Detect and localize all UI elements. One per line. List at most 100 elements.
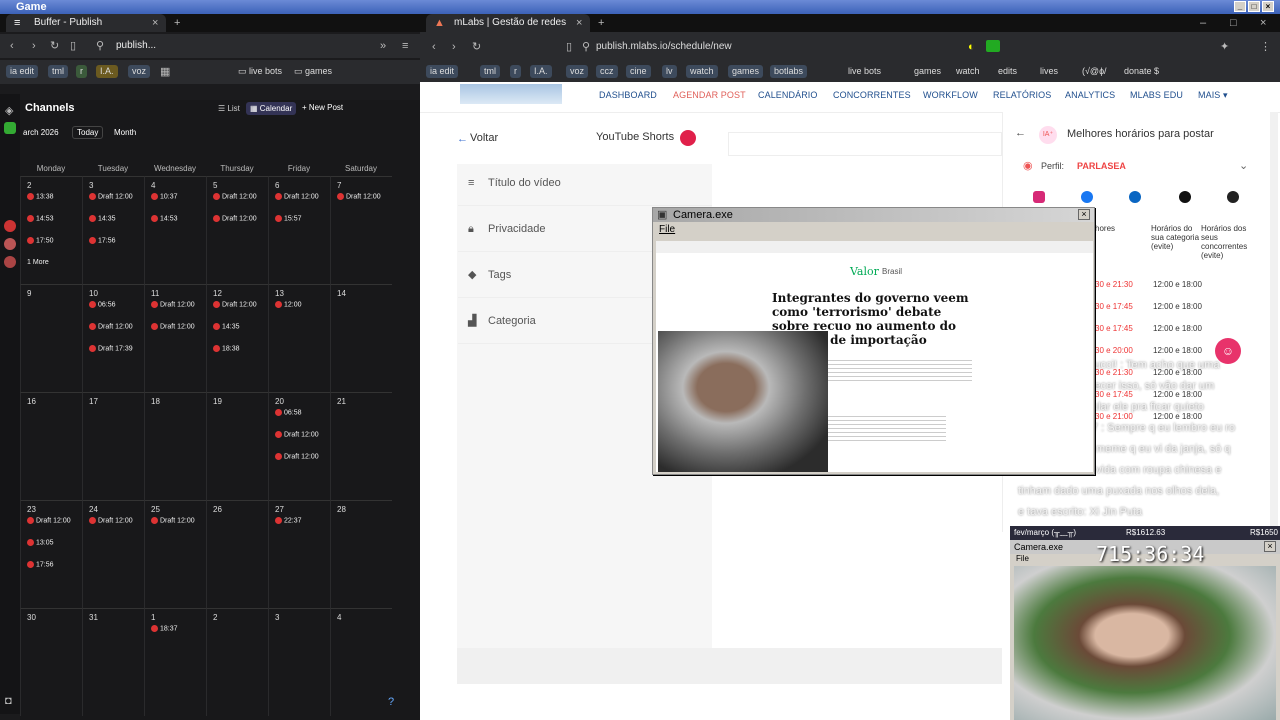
- threads-icon[interactable]: [1227, 191, 1239, 203]
- bookmark-live-bots[interactable]: ▭ live bots: [234, 65, 286, 78]
- calendar-day[interactable]: 3 Draft 12:00 14:35 17:56: [82, 176, 144, 284]
- calendar-day[interactable]: 4: [330, 608, 392, 716]
- calendar-day[interactable]: 11 Draft 12:00 Draft 12:00: [144, 284, 206, 392]
- bookmark-r[interactable]: r: [76, 65, 87, 78]
- calendar-day[interactable]: 18: [144, 392, 206, 500]
- calendar-day[interactable]: 30: [20, 608, 82, 716]
- nav-item[interactable]: MLABS EDU: [1130, 90, 1183, 100]
- calendar-day[interactable]: 2: [206, 608, 268, 716]
- calendar-day[interactable]: 27 22:37: [268, 500, 330, 608]
- forward-icon[interactable]: ›: [452, 40, 456, 54]
- nav-item[interactable]: CALENDÁRIO: [758, 90, 818, 100]
- address-bar[interactable]: ⚲ publish.mlabs.io/schedule/new: [580, 38, 880, 56]
- calendar-day[interactable]: 6 Draft 12:00 15:57: [268, 176, 330, 284]
- bookmark-icon[interactable]: ▯: [70, 39, 76, 53]
- calendar-day[interactable]: 24 Draft 12:00: [82, 500, 144, 608]
- tiktok-icon[interactable]: [1179, 191, 1191, 203]
- back-icon[interactable]: ‹: [432, 40, 436, 54]
- scheduled-post[interactable]: 14:53: [151, 215, 178, 222]
- nav-item[interactable]: AGENDAR POST: [673, 90, 746, 100]
- scheduled-post[interactable]: 18:37: [151, 625, 178, 632]
- scheduled-post[interactable]: Draft 12:00: [151, 323, 195, 330]
- scheduled-post[interactable]: 10:37: [151, 193, 178, 200]
- today-button[interactable]: Today: [72, 126, 104, 139]
- bookmark-item[interactable]: tml: [480, 65, 500, 78]
- close-button[interactable]: ×: [1262, 1, 1274, 12]
- scheduled-post[interactable]: Draft 12:00: [275, 431, 319, 438]
- scheduled-post[interactable]: 13:05: [27, 539, 54, 546]
- calendar-day[interactable]: 12 Draft 12:00 14:35 18:38: [206, 284, 268, 392]
- calendar-day[interactable]: 3: [268, 608, 330, 716]
- close-window-icon[interactable]: ×: [1260, 16, 1266, 30]
- bookmark-item[interactable]: games: [728, 65, 764, 78]
- more-link[interactable]: 1 More: [27, 259, 49, 266]
- channel-avatar-icon[interactable]: [4, 238, 16, 250]
- calendar-day[interactable]: 1 18:37: [144, 608, 206, 716]
- calendar-day[interactable]: 10 06:56 Draft 12:00 Draft 17:39: [82, 284, 144, 392]
- nav-item[interactable]: CONCORRENTES: [833, 90, 911, 100]
- address-bar[interactable]: publish...: [116, 40, 156, 51]
- scheduled-post[interactable]: Draft 12:00: [213, 215, 257, 222]
- close-tab-icon[interactable]: ×: [576, 16, 582, 30]
- nav-item[interactable]: RELATÓRIOS: [993, 90, 1051, 100]
- bookmark-item[interactable]: I.A.: [530, 65, 552, 78]
- bookmark-ia-edit[interactable]: ia edit: [6, 65, 39, 78]
- back-arrow-icon[interactable]: ←: [1015, 126, 1026, 140]
- close-icon[interactable]: ×: [1078, 209, 1090, 220]
- calendar-day[interactable]: 5 Draft 12:00 Draft 12:00: [206, 176, 268, 284]
- chevron-down-icon[interactable]: ⌄: [1239, 159, 1248, 173]
- restore-icon[interactable]: □: [1230, 16, 1237, 30]
- scheduled-post[interactable]: Draft 12:00: [89, 517, 133, 524]
- user-icon[interactable]: ◘: [5, 694, 12, 708]
- new-post-button[interactable]: + New Post: [302, 103, 343, 112]
- calendar-day[interactable]: 14: [330, 284, 392, 392]
- apps-icon[interactable]: ▦: [160, 65, 170, 79]
- calendar-day[interactable]: 2 13:38 14:53 17:50 1 More: [20, 176, 82, 284]
- scheduled-post[interactable]: Draft 17:39: [89, 345, 133, 352]
- scheduled-post[interactable]: Draft 12:00: [89, 323, 133, 330]
- calendar-day[interactable]: 23 Draft 12:00 13:05 17:56: [20, 500, 82, 608]
- bookmark-item[interactable]: donate $: [1120, 65, 1163, 78]
- scheduled-post[interactable]: Draft 12:00: [275, 193, 319, 200]
- calendar-day[interactable]: 31: [82, 608, 144, 716]
- tab-mlabs[interactable]: ▲mLabs | Gestão de redes sociais×: [426, 14, 590, 46]
- extension-icon[interactable]: ◐: [968, 40, 975, 54]
- bookmark-icon[interactable]: ▯: [566, 40, 572, 54]
- view-calendar[interactable]: ▦ Calendar: [246, 102, 297, 115]
- forward-icon[interactable]: ›: [32, 39, 36, 53]
- view-list[interactable]: ☰ List: [218, 104, 240, 113]
- calendar-day[interactable]: 16: [20, 392, 82, 500]
- bookmark-item[interactable]: ia edit: [426, 65, 459, 78]
- bookmark-item[interactable]: watch: [686, 65, 718, 78]
- nav-item[interactable]: DASHBOARD: [599, 90, 657, 100]
- bookmark-item[interactable]: voz: [566, 65, 589, 78]
- bookmark-item[interactable]: live bots: [844, 65, 885, 78]
- extensions-icon[interactable]: »: [380, 39, 386, 53]
- scheduled-post[interactable]: Draft 12:00: [337, 193, 381, 200]
- add-channel-icon[interactable]: [4, 122, 16, 134]
- reload-icon[interactable]: ↻: [472, 40, 481, 54]
- scheduled-post[interactable]: Draft 12:00: [151, 301, 195, 308]
- field-titulo[interactable]: ≡ Título do vídeo: [458, 160, 712, 206]
- close-icon[interactable]: ×: [1264, 541, 1276, 552]
- calendar-day[interactable]: 25 Draft 12:00: [144, 500, 206, 608]
- menu-icon[interactable]: ≡: [402, 39, 408, 53]
- scheduled-post[interactable]: 22:37: [275, 517, 302, 524]
- maximize-button[interactable]: □: [1248, 1, 1260, 12]
- new-tab-icon[interactable]: +: [174, 16, 180, 30]
- nav-item[interactable]: MAIS ▾: [1198, 90, 1228, 101]
- bookmark-item[interactable]: edits: [994, 65, 1021, 78]
- calendar-day[interactable]: 7 Draft 12:00: [330, 176, 392, 284]
- calendar-day[interactable]: 26: [206, 500, 268, 608]
- back-icon[interactable]: ‹: [10, 39, 14, 53]
- scheduled-post[interactable]: 15:57: [275, 215, 302, 222]
- nav-item[interactable]: ANALYTICS: [1065, 90, 1115, 100]
- tab-buffer[interactable]: ≡ Buffer - Publish ×: [6, 14, 166, 32]
- file-menu[interactable]: File: [653, 222, 1094, 238]
- camera-window[interactable]: ▣ Camera.exe × File Valor Brasil Integrant…: [652, 207, 1095, 475]
- site-info-icon[interactable]: ⚲: [96, 39, 104, 53]
- scheduled-post[interactable]: 06:58: [275, 409, 302, 416]
- bookmark-ia[interactable]: I.A.: [96, 65, 118, 78]
- linkedin-icon[interactable]: [1129, 191, 1141, 203]
- scheduled-post[interactable]: Draft 12:00: [275, 453, 319, 460]
